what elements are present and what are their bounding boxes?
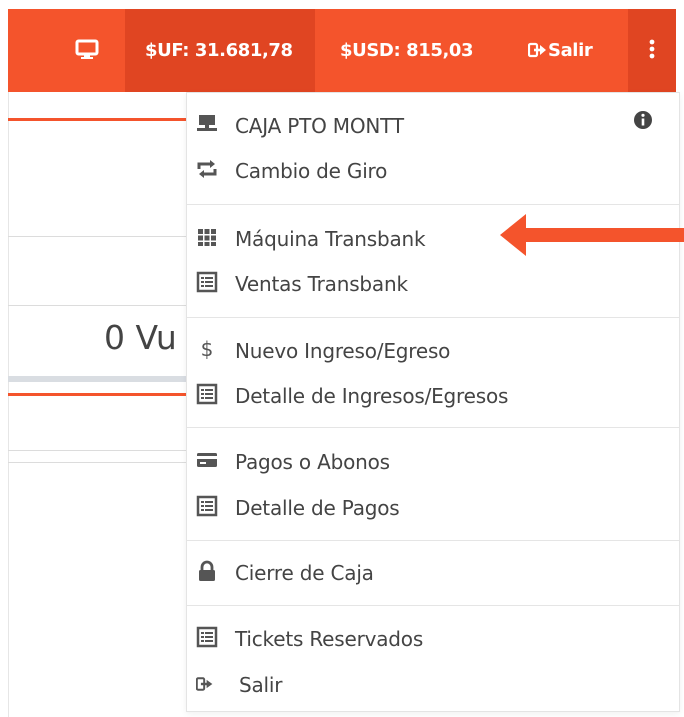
- menu-item-label: Pagos o Abonos: [235, 450, 390, 474]
- menu-divider: [187, 204, 679, 205]
- list-icon: [196, 626, 218, 648]
- list-icon: [196, 271, 218, 293]
- register-icon: [197, 115, 217, 131]
- menu-divider: [187, 605, 679, 606]
- menu-item-detalle-ingresos-egresos[interactable]: Detalle de Ingresos/Egresos: [187, 374, 679, 418]
- menu-item-label: Ventas Transbank: [235, 272, 408, 296]
- credit-card-icon: [197, 453, 217, 467]
- sign-out-icon: [196, 677, 213, 691]
- menu-item-caja[interactable]: CAJA PTO MONTT: [187, 104, 679, 148]
- panel-divider: [8, 462, 186, 463]
- menu-item-tickets-reservados[interactable]: Tickets Reservados: [187, 617, 679, 661]
- menu-item-label: Tickets Reservados: [235, 627, 424, 651]
- menu-divider: [187, 540, 679, 541]
- menu-item-label: Cierre de Caja: [235, 561, 374, 585]
- menu-item-cambio-giro[interactable]: Cambio de Giro: [187, 149, 679, 193]
- menu-item-nuevo-ingreso-egreso[interactable]: $ Nuevo Ingreso/Egreso: [187, 329, 679, 373]
- svg-text:$: $: [201, 338, 214, 360]
- grid-icon: [198, 229, 216, 246]
- menu-item-detalle-pagos[interactable]: Detalle de Pagos: [187, 486, 679, 530]
- dollar-icon: $: [201, 338, 214, 360]
- lock-icon: [199, 560, 215, 581]
- panel-divider: [8, 450, 186, 451]
- menu-item-label: CAJA PTO MONTT: [235, 114, 404, 138]
- panel-value-text: 0 Vu: [104, 318, 177, 357]
- list-icon: [196, 383, 218, 405]
- menu-divider: [187, 427, 679, 428]
- panel-accent-line: [8, 118, 186, 121]
- dropdown-menu: CAJA PTO MONTT Cambio de Giro Máquina Tr…: [186, 92, 680, 712]
- menu-item-label: Detalle de Pagos: [235, 496, 400, 520]
- panel-divider: [8, 305, 186, 306]
- menu-item-pagos-abonos[interactable]: Pagos o Abonos: [187, 440, 679, 484]
- menu-item-label: Detalle de Ingresos/Egresos: [235, 384, 509, 408]
- panel-accent-line: [8, 393, 186, 396]
- menu-divider: [187, 317, 679, 318]
- panel-gray-band: [8, 376, 186, 382]
- menu-item-cierre-caja[interactable]: Cierre de Caja: [187, 551, 679, 595]
- vertical-dots-icon[interactable]: [648, 38, 656, 60]
- logout-label: Salir: [527, 40, 593, 61]
- panel-divider: [8, 236, 186, 237]
- page-edge: [8, 92, 9, 717]
- sign-out-icon: [527, 42, 546, 58]
- menu-item-label: Nuevo Ingreso/Egreso: [235, 339, 451, 363]
- logout-text: Salir: [548, 40, 593, 61]
- top-navbar: $UF: 31.681,78 $USD: 815,03 Salir: [0, 0, 684, 92]
- menu-item-salir[interactable]: Salir: [187, 663, 679, 707]
- exchange-icon: [197, 160, 217, 178]
- menu-item-label: Salir: [239, 673, 283, 697]
- uf-rate-label: $UF: 31.681,78: [145, 40, 293, 61]
- menu-item-label: Cambio de Giro: [235, 159, 388, 183]
- list-icon: [196, 495, 218, 517]
- monitor-icon[interactable]: [75, 39, 99, 61]
- menu-item-ventas-transbank[interactable]: Ventas Transbank: [187, 262, 679, 306]
- annotation-arrow: [500, 214, 684, 256]
- menu-item-label: Máquina Transbank: [235, 227, 426, 251]
- usd-rate-label: $USD: 815,03: [340, 40, 474, 61]
